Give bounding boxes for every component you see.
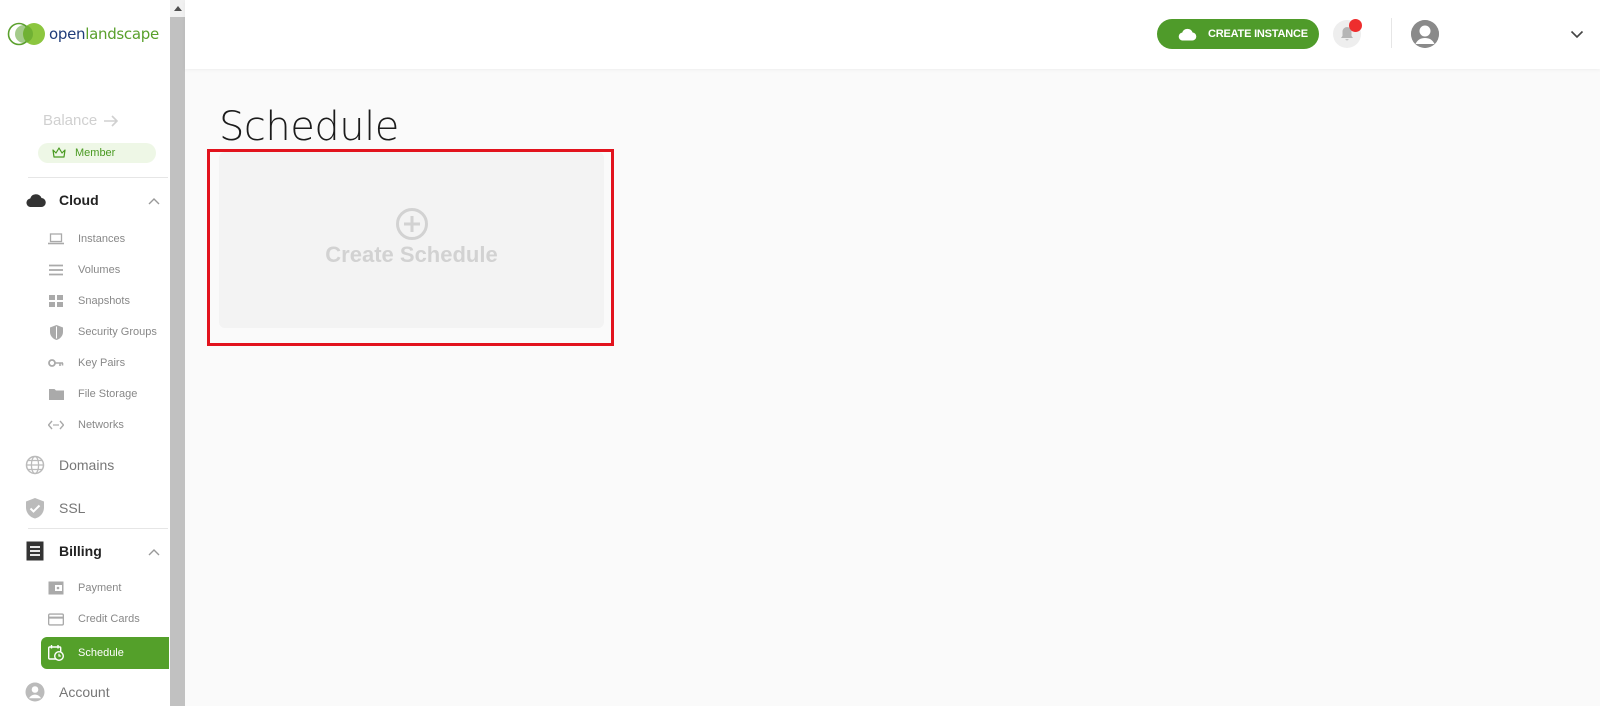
sidebar-item-credit-cards[interactable]: Credit Cards xyxy=(48,609,168,629)
grid-icon xyxy=(48,293,64,309)
sidebar-section-label: Billing xyxy=(59,543,102,559)
sidebar-item-label: Schedule xyxy=(78,647,124,659)
credit-card-icon xyxy=(48,611,64,627)
balance-label: Balance xyxy=(43,112,98,129)
highlight-frame xyxy=(207,149,614,346)
notification-dot xyxy=(1349,19,1362,32)
sidebar-item-key-pairs[interactable]: Key Pairs xyxy=(48,353,168,373)
sidebar-item-label: Instances xyxy=(78,233,126,245)
member-label: Member xyxy=(75,147,116,159)
sidebar-item-label: Key Pairs xyxy=(78,357,126,369)
logo-mark-icon xyxy=(7,22,45,46)
sidebar-section-label: SSL xyxy=(59,500,86,516)
sidebar-section-label: Account xyxy=(59,684,110,700)
avatar-icon xyxy=(1411,20,1439,48)
sidebar-item-label: File Storage xyxy=(78,388,138,400)
cloud-icon xyxy=(24,189,46,211)
sidebar-item-snapshots[interactable]: Snapshots xyxy=(48,291,168,311)
sidebar-divider xyxy=(28,528,168,529)
sidebar-divider xyxy=(28,177,168,178)
user-menu-chevron-icon[interactable] xyxy=(1570,26,1584,44)
member-badge: Member xyxy=(38,143,156,163)
receipt-icon xyxy=(24,540,46,562)
sidebar-item-label: Credit Cards xyxy=(78,613,140,625)
shield-check-icon xyxy=(24,497,46,519)
folder-icon xyxy=(48,386,64,402)
sidebar-item-label: Security Groups xyxy=(78,326,157,338)
sidebar-section-account[interactable]: Account xyxy=(24,680,164,704)
account-icon xyxy=(24,681,46,703)
sidebar-item-payment[interactable]: Payment xyxy=(48,578,168,598)
sidebar-item-label: Payment xyxy=(78,582,122,594)
sidebar-item-schedule[interactable]: Schedule xyxy=(41,637,169,669)
cloud-icon xyxy=(1178,28,1197,41)
globe-icon xyxy=(24,454,46,476)
crown-icon xyxy=(52,147,66,158)
user-avatar[interactable] xyxy=(1411,20,1439,48)
page-title: Schedule xyxy=(219,104,399,150)
sidebar-section-ssl[interactable]: SSL xyxy=(24,496,164,520)
notifications-button[interactable] xyxy=(1333,19,1362,48)
sidebar-scrollbar[interactable] xyxy=(170,0,185,706)
sidebar: openlandscape Balance Member Cloud Insta… xyxy=(0,0,170,706)
code-icon xyxy=(48,417,64,433)
sidebar-section-domains[interactable]: Domains xyxy=(24,453,164,477)
shield-icon xyxy=(48,324,64,340)
brand-logo[interactable]: openlandscape xyxy=(7,22,159,46)
create-instance-button[interactable]: CREATE INSTANCE xyxy=(1157,19,1319,49)
header-divider xyxy=(1391,18,1392,48)
sidebar-item-security-groups[interactable]: Security Groups xyxy=(48,322,168,342)
brand-name: openlandscape xyxy=(49,25,159,43)
list-icon xyxy=(48,262,64,278)
top-header: CREATE INSTANCE xyxy=(185,0,1600,69)
key-icon xyxy=(48,355,64,371)
calendar-clock-icon xyxy=(48,645,64,661)
chevron-up-icon xyxy=(148,543,160,559)
sidebar-section-label: Domains xyxy=(59,457,115,473)
sidebar-section-label: Cloud xyxy=(59,192,99,208)
balance-link[interactable]: Balance xyxy=(43,112,119,129)
chevron-up-icon xyxy=(148,192,160,208)
sidebar-section-billing[interactable]: Billing xyxy=(24,539,164,563)
sidebar-item-label: Snapshots xyxy=(78,295,130,307)
sidebar-item-label: Networks xyxy=(78,419,124,431)
sidebar-item-label: Volumes xyxy=(78,264,121,276)
arrow-right-icon xyxy=(104,114,119,127)
sidebar-item-file-storage[interactable]: File Storage xyxy=(48,384,168,404)
laptop-icon xyxy=(48,231,64,247)
wallet-icon xyxy=(48,580,64,596)
sidebar-item-networks[interactable]: Networks xyxy=(48,415,168,435)
sidebar-section-cloud[interactable]: Cloud xyxy=(24,188,164,212)
create-instance-label: CREATE INSTANCE xyxy=(1208,28,1308,40)
scroll-up-arrow-icon[interactable] xyxy=(170,0,185,17)
sidebar-item-instances[interactable]: Instances xyxy=(48,229,168,249)
sidebar-item-volumes[interactable]: Volumes xyxy=(48,260,168,280)
